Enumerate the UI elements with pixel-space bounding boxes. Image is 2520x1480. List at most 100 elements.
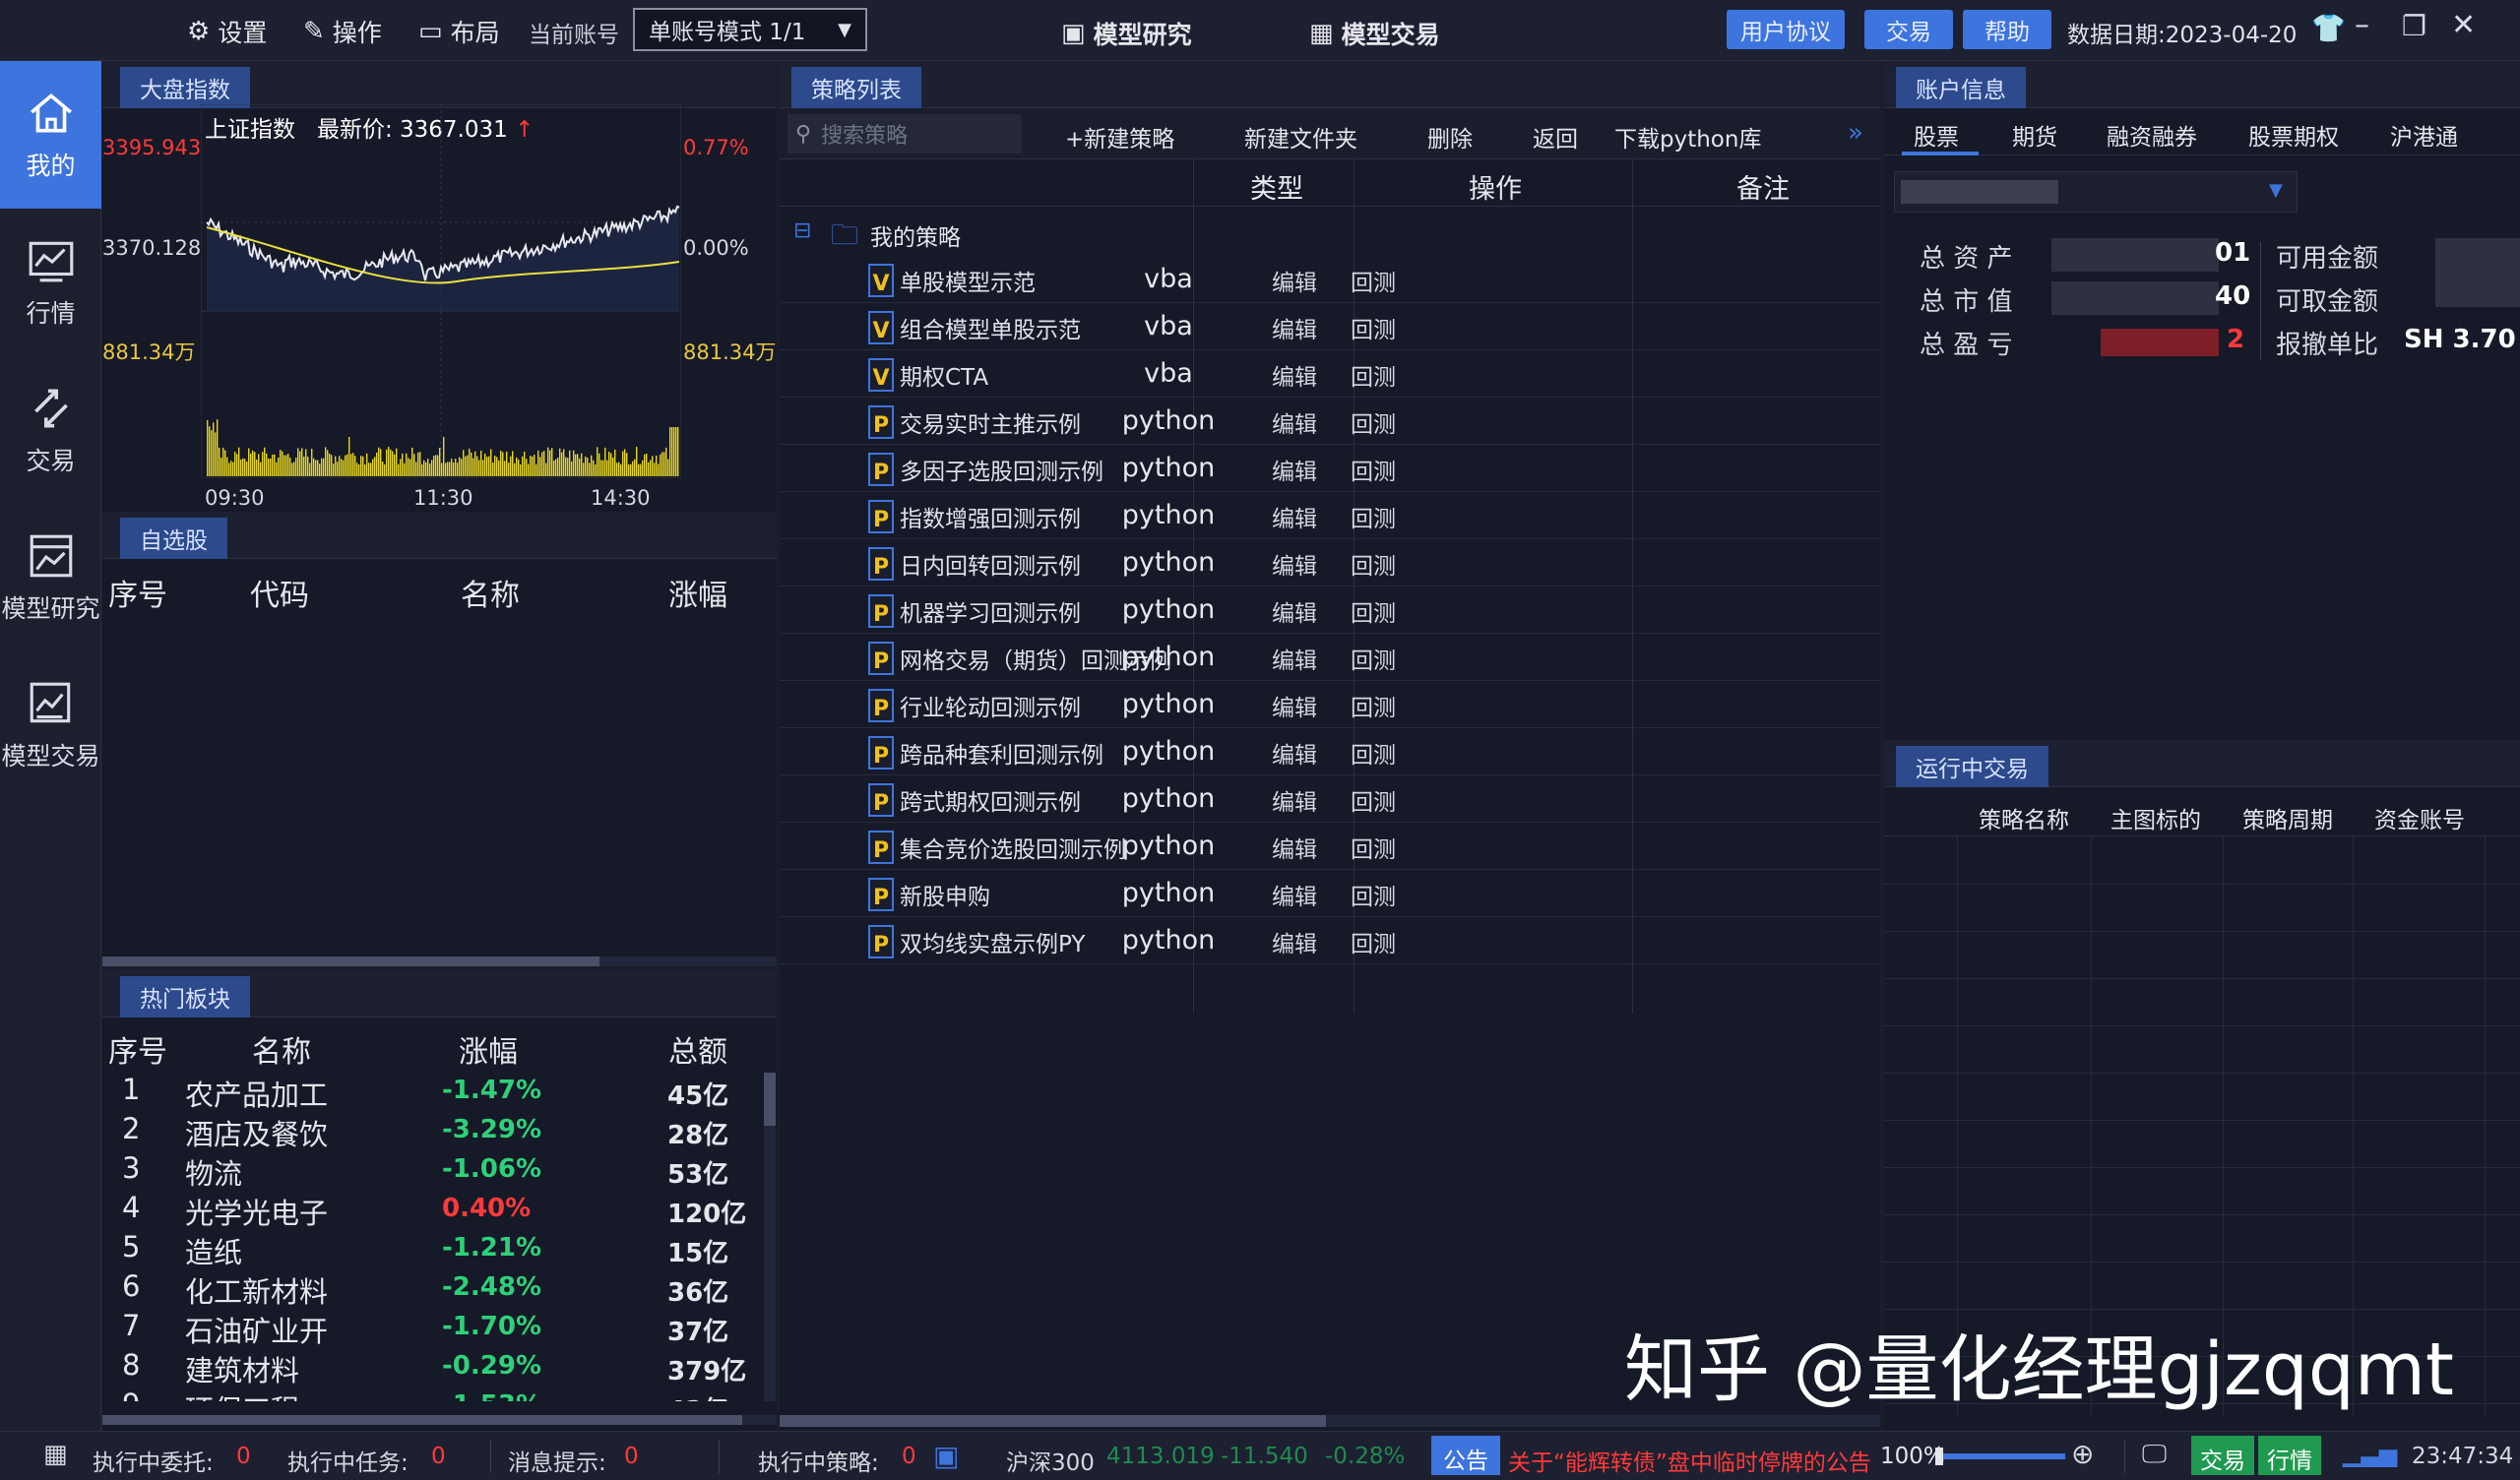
- account-select[interactable]: ▼: [1894, 171, 2298, 213]
- subtab-futures[interactable]: 期货: [2012, 118, 2057, 152]
- table-row[interactable]: P 日内回转回测示例 python 编辑 回测: [780, 539, 1880, 586]
- horizontal-scrollbar[interactable]: [102, 956, 777, 966]
- table-row[interactable]: P 新股申购 python 编辑 回测: [780, 870, 1880, 917]
- table-row[interactable]: V 期权CTA vba 编辑 回测: [780, 350, 1880, 398]
- backtest-link[interactable]: 回测: [1351, 642, 1396, 675]
- sidebar-item-model-trade[interactable]: 模型交易: [0, 651, 101, 799]
- user-agreement-button[interactable]: 用户协议: [1727, 10, 1845, 49]
- edit-link[interactable]: 编辑: [1272, 925, 1317, 958]
- list-item[interactable]: 4 光学光电子 0.40% 120亿: [102, 1191, 764, 1230]
- table-row[interactable]: P 网格交易（期货）回测示例 python 编辑 回测: [780, 634, 1880, 681]
- backtest-link[interactable]: 回测: [1351, 453, 1396, 486]
- collapse-icon[interactable]: ⊟: [793, 218, 811, 243]
- edit-link[interactable]: 编辑: [1272, 594, 1317, 628]
- settings-button[interactable]: ⚙ 设置: [187, 14, 267, 49]
- trade-status-button[interactable]: 交易: [2191, 1436, 2254, 1475]
- horizontal-scrollbar[interactable]: [780, 1415, 1880, 1427]
- edit-link[interactable]: 编辑: [1272, 547, 1317, 581]
- list-item[interactable]: 8 建筑材料 -0.29% 379亿: [102, 1348, 764, 1388]
- delete-button[interactable]: 删除: [1427, 120, 1473, 154]
- zoom-in-icon[interactable]: ⊕: [2071, 1438, 2094, 1470]
- list-item[interactable]: 1 农产品加工 -1.47% 45亿: [102, 1073, 764, 1112]
- restore-icon[interactable]: ❐: [2402, 10, 2426, 42]
- table-row[interactable]: P 多因子选股回测示例 python 编辑 回测: [780, 445, 1880, 492]
- backtest-link[interactable]: 回测: [1351, 831, 1396, 864]
- notice-ticker[interactable]: 关于“能辉转债”盘中临时停牌的公告: [1508, 1444, 1882, 1477]
- table-row[interactable]: P 集合竞价选股回测示例 python 编辑 回测: [780, 823, 1880, 870]
- sidebar-item-quotes[interactable]: 行情: [0, 209, 101, 356]
- notice-label[interactable]: 公告: [1431, 1436, 1500, 1475]
- backtest-link[interactable]: 回测: [1351, 925, 1396, 958]
- more-icon[interactable]: »: [1848, 118, 1863, 148]
- edit-link[interactable]: 编辑: [1272, 783, 1317, 817]
- subtab-options[interactable]: 股票期权: [2248, 118, 2339, 152]
- tab-index[interactable]: 大盘指数: [120, 67, 250, 108]
- backtest-link[interactable]: 回测: [1351, 783, 1396, 817]
- table-row[interactable]: P 跨式期权回测示例 python 编辑 回测: [780, 775, 1880, 823]
- backtest-link[interactable]: 回测: [1351, 547, 1396, 581]
- backtest-link[interactable]: 回测: [1351, 878, 1396, 911]
- help-button[interactable]: 帮助: [1963, 10, 2051, 49]
- edit-link[interactable]: 编辑: [1272, 358, 1317, 392]
- model-research-tab[interactable]: ▣ 模型研究: [1061, 16, 1192, 51]
- table-row[interactable]: V 组合模型单股示范 vba 编辑 回测: [780, 303, 1880, 350]
- strategy-monitor-icon[interactable]: ▣: [933, 1440, 959, 1472]
- backtest-link[interactable]: 回测: [1351, 736, 1396, 770]
- backtest-link[interactable]: 回测: [1351, 500, 1396, 533]
- sidebar-item-trade[interactable]: 交易: [0, 356, 101, 504]
- list-item[interactable]: 9 环保工程 -1.53% 42亿: [102, 1388, 764, 1401]
- account-mode-select[interactable]: 单账号模式 1/1 ▼: [633, 8, 867, 51]
- edit-link[interactable]: 编辑: [1272, 264, 1317, 297]
- calculator-icon[interactable]: ▦: [43, 1440, 68, 1469]
- back-button[interactable]: 返回: [1533, 120, 1578, 154]
- zoom-slider[interactable]: [1935, 1448, 2065, 1465]
- tab-strategy-list[interactable]: 策略列表: [791, 67, 921, 108]
- edit-link[interactable]: 编辑: [1272, 689, 1317, 722]
- tab-hot-sectors[interactable]: 热门板块: [120, 976, 250, 1018]
- backtest-link[interactable]: 回测: [1351, 594, 1396, 628]
- edit-link[interactable]: 编辑: [1272, 500, 1317, 533]
- sidebar-item-model-research[interactable]: 模型研究: [0, 504, 101, 651]
- list-item[interactable]: 6 化工新材料 -2.48% 36亿: [102, 1269, 764, 1309]
- table-row[interactable]: P 跨品种套利回测示例 python 编辑 回测: [780, 728, 1880, 775]
- list-item[interactable]: 5 造纸 -1.21% 15亿: [102, 1230, 764, 1269]
- close-icon[interactable]: ✕: [2451, 8, 2476, 42]
- sidebar-item-mine[interactable]: 我的: [0, 61, 101, 209]
- edit-link[interactable]: 编辑: [1272, 878, 1317, 911]
- subtab-margin[interactable]: 融资融券: [2107, 118, 2197, 152]
- backtest-link[interactable]: 回测: [1351, 311, 1396, 344]
- skin-icon[interactable]: 👕: [2311, 12, 2346, 44]
- trade-button[interactable]: 交易: [1864, 10, 1953, 49]
- subtab-stock[interactable]: 股票: [1914, 118, 1959, 152]
- edit-link[interactable]: 编辑: [1272, 311, 1317, 344]
- model-trade-tab[interactable]: ▦ 模型交易: [1309, 16, 1440, 51]
- table-row[interactable]: P 行业轮动回测示例 python 编辑 回测: [780, 681, 1880, 728]
- tab-watchlist[interactable]: 自选股: [120, 518, 227, 559]
- edit-link[interactable]: 编辑: [1272, 831, 1317, 864]
- tab-running-trades[interactable]: 运行中交易: [1896, 746, 2048, 787]
- folder-row[interactable]: ⊟ 🗀 我的策略: [780, 209, 1880, 256]
- layout-button[interactable]: ▭ 布局: [418, 14, 500, 49]
- edit-link[interactable]: 编辑: [1272, 736, 1317, 770]
- backtest-link[interactable]: 回测: [1351, 689, 1396, 722]
- table-row[interactable]: P 交易实时主推示例 python 编辑 回测: [780, 398, 1880, 445]
- table-row[interactable]: P 指数增强回测示例 python 编辑 回测: [780, 492, 1880, 539]
- backtest-link[interactable]: 回测: [1351, 358, 1396, 392]
- table-row[interactable]: P 机器学习回测示例 python 编辑 回测: [780, 586, 1880, 634]
- horizontal-scrollbar[interactable]: [102, 1415, 777, 1425]
- vertical-scrollbar[interactable]: [764, 1073, 776, 1401]
- list-item[interactable]: 7 石油矿业开 -1.70% 37亿: [102, 1309, 764, 1348]
- new-folder-button[interactable]: 新建文件夹: [1244, 120, 1357, 154]
- backtest-link[interactable]: 回测: [1351, 264, 1396, 297]
- list-item[interactable]: 2 酒店及餐饮 -3.29% 28亿: [102, 1112, 764, 1151]
- table-row[interactable]: V 单股模型示范 vba 编辑 回测: [780, 256, 1880, 303]
- monitor-icon[interactable]: 🖵: [2142, 1440, 2167, 1470]
- table-row[interactable]: P 双均线实盘示例PY python 编辑 回测: [780, 917, 1880, 964]
- edit-link[interactable]: 编辑: [1272, 642, 1317, 675]
- subtab-hk-connect[interactable]: 沪港通: [2390, 118, 2458, 152]
- operate-button[interactable]: ✎ 操作: [303, 14, 382, 49]
- edit-link[interactable]: 编辑: [1272, 453, 1317, 486]
- strategy-search-input[interactable]: ⚲ 搜索策略: [788, 114, 1022, 154]
- backtest-link[interactable]: 回测: [1351, 405, 1396, 439]
- download-python-lib-button[interactable]: 下载python库: [1614, 120, 1761, 154]
